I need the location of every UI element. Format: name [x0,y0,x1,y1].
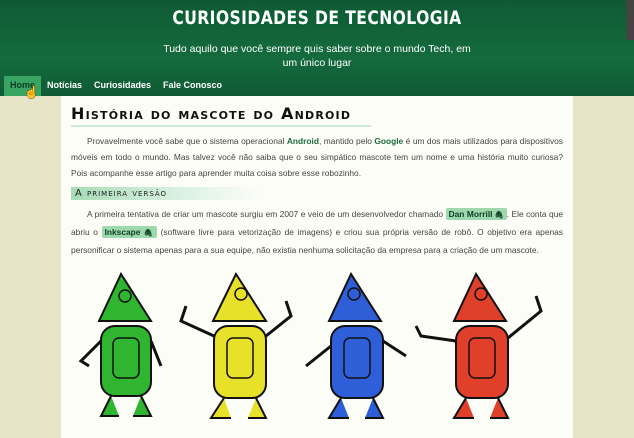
paperclip-icon: 🖇 [142,230,154,237]
intro-text-1: Provavelmente você sabe que o sistema op… [87,136,287,146]
section-title: A primeira versão [71,187,261,200]
nav-fale-conosco[interactable]: Fale Conosco [157,76,228,96]
window-edge [626,0,634,40]
robot-mascots-image [78,271,543,419]
green-robot-figure [78,271,163,417]
article-content: História do mascote do Android Provavelm… [61,96,573,438]
nav-curiosidades[interactable]: Curiosidades [88,76,157,96]
tool-name: Inkscape [104,227,141,237]
blue-robot-figure [305,271,407,419]
yellow-robot-figure [179,271,293,419]
red-robot-figure [414,271,543,419]
android-link[interactable]: Android [287,136,319,146]
google-link[interactable]: Google [374,136,403,146]
page-title: História do mascote do Android [71,104,371,127]
person-badge[interactable]: Dan Morrill 🖇 [445,208,507,220]
paperclip-icon: 🖇 [494,212,504,219]
nav-noticias[interactable]: Notícias [41,76,88,96]
tool-badge[interactable]: Inkscape 🖇 [101,226,157,238]
section-text-1: A primeira tentativa de criar um mascote… [87,209,446,219]
hand-cursor-icon: ☝ [24,85,39,99]
site-header: CURIOSIDADES DE TECNOLOGIA Tudo aquilo q… [0,0,634,96]
site-subtitle: Tudo aquilo que você sempre quis saber s… [163,43,471,69]
intro-text-2: , mantido pelo [318,136,375,146]
intro-paragraph: Provavelmente você sabe que o sistema op… [71,133,563,181]
section-paragraph: A primeira tentativa de criar um mascote… [71,206,563,258]
person-name: Dan Morrill [448,209,493,219]
site-title: CURIOSIDADES DE TECNOLOGIA [172,7,462,29]
